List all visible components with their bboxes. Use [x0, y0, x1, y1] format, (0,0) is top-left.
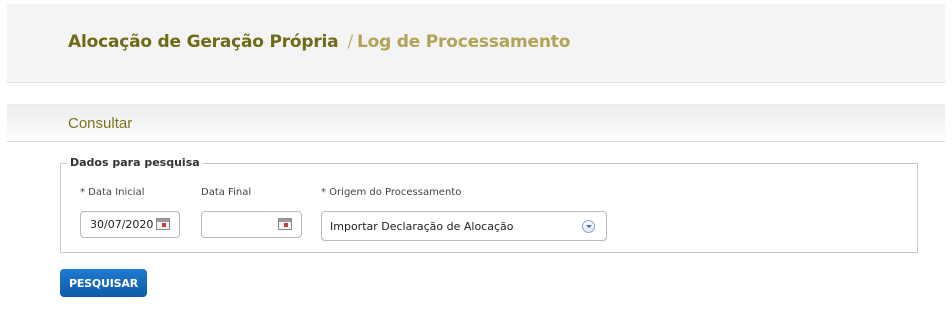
section-header: Consultar — [7, 104, 945, 142]
breadcrumb: Alocação de Geração Própria / Log de Proce… — [68, 32, 570, 52]
origin-select[interactable]: Importar Declaração de Alocação — [321, 211, 607, 241]
chevron-down-circle-icon[interactable] — [582, 220, 595, 233]
fieldset-legend: Dados para pesquisa — [67, 156, 203, 169]
start-date-field[interactable]: 30/07/2020 — [80, 211, 180, 238]
calendar-icon[interactable] — [278, 218, 292, 230]
breadcrumb-separator: / — [347, 32, 353, 52]
page-header: Alocação de Geração Própria / Log de Proce… — [7, 4, 945, 83]
start-date-label: * Data Inicial — [80, 187, 145, 198]
search-fieldset: Dados para pesquisa * Data Inicial 30/07… — [60, 156, 918, 253]
end-date-field[interactable] — [201, 211, 302, 238]
origin-label: * Origem do Processamento — [321, 187, 462, 198]
calendar-icon[interactable] — [156, 218, 170, 230]
search-button[interactable]: PESQUISAR — [60, 269, 147, 297]
end-date-label: Data Final — [201, 187, 252, 198]
start-date-value: 30/07/2020 — [90, 218, 154, 231]
origin-selected-value: Importar Declaração de Alocação — [330, 220, 514, 233]
section-title: Consultar — [68, 115, 133, 132]
breadcrumb-page: Log de Processamento — [356, 32, 571, 52]
breadcrumb-module: Alocação de Geração Própria — [68, 32, 339, 52]
